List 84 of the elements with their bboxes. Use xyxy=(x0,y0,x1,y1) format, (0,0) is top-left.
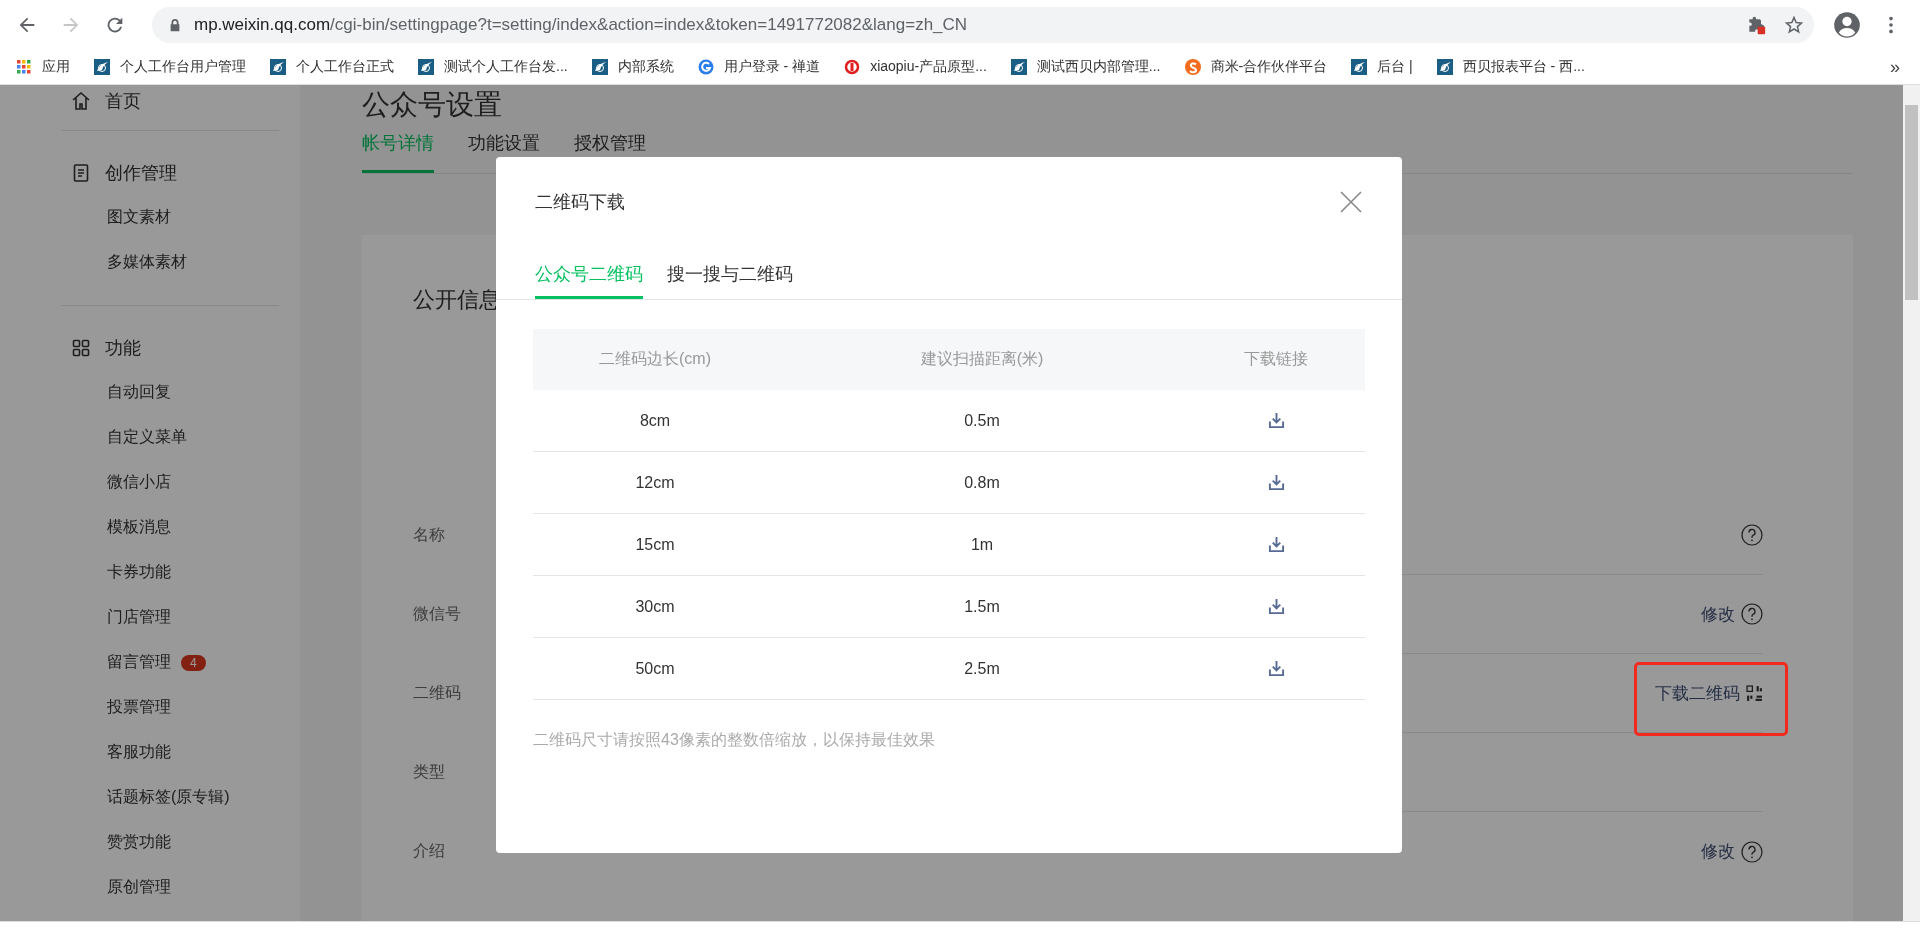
bookmark[interactable]: 测试个人工作台发... xyxy=(418,58,568,76)
site-logo-icon xyxy=(591,59,608,75)
sidebar-group-title[interactable]: 功能 xyxy=(105,335,141,360)
hint-text: 二维码尺寸请按照43像素的整数倍缩放，以保持最佳效果 xyxy=(533,730,936,750)
column-header: 建议扫描距离(米) xyxy=(919,349,1045,369)
star-icon[interactable] xyxy=(1784,15,1804,35)
download-icon[interactable] xyxy=(1267,536,1285,553)
bookmark[interactable]: 测试西贝内部管理... xyxy=(1010,58,1161,76)
bookmark[interactable]: 后台 | xyxy=(1351,58,1413,76)
swirl-logo-icon xyxy=(697,59,714,75)
circle-logo-icon xyxy=(1184,59,1201,75)
bookmark[interactable]: 内部系统 xyxy=(591,58,674,76)
site-logo-icon xyxy=(1436,59,1453,75)
sidebar-item[interactable]: 多媒体素材 xyxy=(107,252,187,273)
qr-code-icon[interactable] xyxy=(1746,684,1763,702)
dialog-title: 二维码下载 xyxy=(535,191,625,214)
puzzle-icon[interactable] xyxy=(1746,15,1766,35)
table-cell-text: 30cm xyxy=(634,597,676,616)
lock-icon xyxy=(168,18,182,32)
field-label: 名称 xyxy=(413,525,446,545)
sidebar-group-title[interactable]: 首页 xyxy=(105,89,141,113)
help-icon[interactable] xyxy=(1741,603,1763,625)
sidebar-item[interactable]: 自定义菜单 xyxy=(107,427,187,448)
field-label: 二维码 xyxy=(413,683,462,703)
table-cell-text: 1.5m xyxy=(963,597,1001,616)
site-logo-icon xyxy=(418,59,434,75)
sidebar-item[interactable]: 投票管理 xyxy=(107,697,171,718)
sidebar-item[interactable]: 模板消息 xyxy=(107,517,171,538)
bookmark[interactable]: 商米-合作伙伴平台 xyxy=(1184,58,1328,76)
table-cell-text: 0.8m xyxy=(963,473,1001,492)
more-bookmarks-button[interactable]: » xyxy=(1882,56,1908,78)
field-link[interactable]: 修改 xyxy=(1701,602,1735,626)
table-cell-text: 0.5m xyxy=(963,411,1001,430)
bookmark[interactable]: 个人工作台正式 xyxy=(270,58,394,76)
sidebar-item[interactable]: 图文素材 xyxy=(107,207,171,228)
site-logo-icon xyxy=(94,59,110,75)
table-cell-text: 50cm xyxy=(634,659,676,678)
bookmark[interactable]: 应用 xyxy=(16,58,70,76)
bookmark[interactable]: 个人工作台用户管理 xyxy=(94,58,246,76)
sidebar-item[interactable]: 自动回复 xyxy=(107,382,171,403)
table-cell-text: 15cm xyxy=(634,535,676,554)
field-link[interactable]: 下载二维码 xyxy=(1655,681,1740,705)
count-badge: 4 xyxy=(181,654,206,671)
column-header: 二维码边长(cm) xyxy=(598,349,712,369)
close-icon[interactable] xyxy=(1340,191,1362,213)
table-cell-text: 1m xyxy=(969,535,995,554)
sidebar-item[interactable]: 微信小店 xyxy=(107,472,171,493)
apps-icon xyxy=(16,59,32,75)
table-cell-text: 12cm xyxy=(634,473,676,492)
home-icon xyxy=(71,91,91,111)
sidebar-item[interactable]: 门店管理 xyxy=(107,607,171,628)
site-logo-icon xyxy=(270,59,286,75)
site-logo-icon xyxy=(1010,59,1027,75)
sidebar-item[interactable]: 留言管理 xyxy=(107,652,171,673)
table-cell-text: 8cm xyxy=(638,411,672,430)
bookmark[interactable]: 西贝报表平台 - 西... xyxy=(1436,58,1585,76)
field-link[interactable]: 修改 xyxy=(1701,840,1735,863)
sidebar-item[interactable]: 原创管理 xyxy=(107,877,171,898)
sidebar-item[interactable]: 话题标签(原专辑) xyxy=(107,787,230,808)
help-icon[interactable] xyxy=(1741,840,1763,863)
table-cell-text: 2.5m xyxy=(963,659,1001,678)
scrollbar[interactable] xyxy=(1903,85,1920,921)
tab[interactable]: 搜一搜与二维码 xyxy=(667,247,793,299)
download-icon[interactable] xyxy=(1267,412,1285,429)
download-icon[interactable] xyxy=(1267,474,1285,491)
site-logo-icon xyxy=(1351,59,1368,75)
sidebar-item[interactable]: 赞赏功能 xyxy=(107,832,171,853)
ring-logo-icon xyxy=(844,59,861,75)
field-label: 介绍 xyxy=(413,841,446,861)
download-icon[interactable] xyxy=(1267,598,1285,615)
sidebar-group-title[interactable]: 创作管理 xyxy=(105,160,177,185)
document-icon xyxy=(71,162,91,183)
field-label: 类型 xyxy=(413,762,446,782)
grid-icon xyxy=(71,337,91,358)
bookmark[interactable]: 用户登录 - 禅道 xyxy=(697,58,821,76)
bookmark[interactable]: xiaopiu-产品原型... xyxy=(844,58,987,76)
page-title: 公众号设置 xyxy=(362,88,503,122)
download-icon[interactable] xyxy=(1267,660,1285,677)
field-label: 微信号 xyxy=(413,604,462,624)
sidebar-item[interactable]: 卡券功能 xyxy=(107,562,171,583)
help-icon[interactable] xyxy=(1741,524,1763,546)
column-header: 下载链接 xyxy=(1243,349,1309,369)
sidebar-item[interactable]: 客服功能 xyxy=(107,742,171,763)
address-bar[interactable]: mp.weixin.qq.com/cgi-bin/settingpage?t=setting/index&action=index&token=1491772082&lang=zh_CN xyxy=(152,7,1814,43)
